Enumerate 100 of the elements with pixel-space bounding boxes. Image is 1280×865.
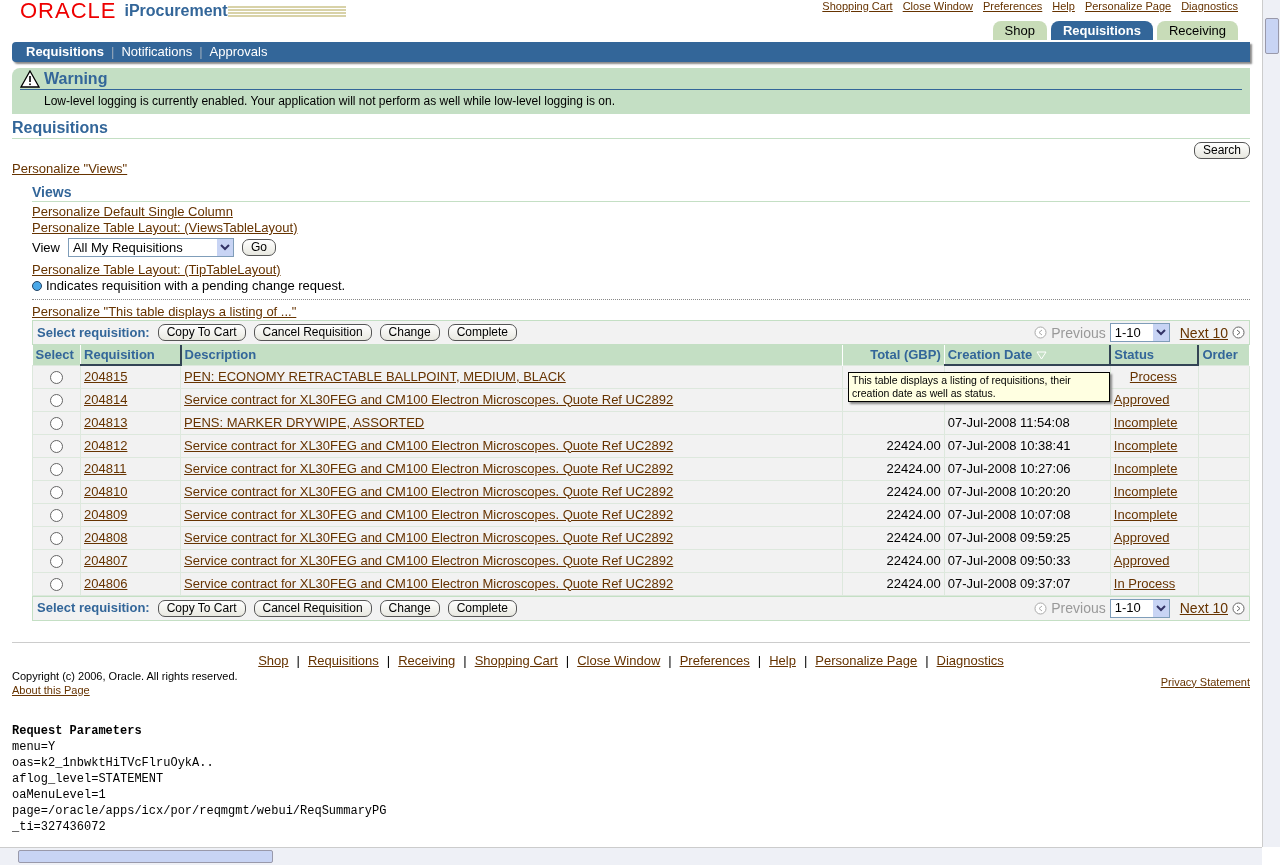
- range-dropdown[interactable]: 1-10: [1109, 323, 1170, 342]
- global-link[interactable]: Diagnostics: [1181, 0, 1238, 12]
- page-title: Requisitions: [12, 118, 1250, 139]
- separator: |: [386, 652, 391, 669]
- search-button[interactable]: Search: [1193, 142, 1250, 159]
- action-button[interactable]: Cancel Requisition: [253, 324, 372, 341]
- table-cell: 22424.00: [886, 506, 941, 522]
- table-cell: 22424.00: [886, 437, 941, 453]
- request-parameters-title: Request Parameters: [12, 722, 143, 739]
- separator: |: [803, 652, 808, 669]
- warning-title: Warning: [44, 69, 108, 89]
- column-header[interactable]: Status: [1110, 345, 1199, 365]
- separator: |: [925, 652, 929, 669]
- parameter-line: menu=Y: [12, 738, 57, 755]
- view-dropdown[interactable]: All My Requisitions: [67, 238, 234, 257]
- table-cell: 22424.00: [886, 552, 941, 568]
- sort-descending-icon: [1035, 351, 1047, 361]
- section-title: Views: [32, 183, 1250, 202]
- radio-button[interactable]: [50, 508, 63, 522]
- footer-link[interactable]: Personalize Page: [815, 652, 918, 669]
- parameter-line: oaMenuLevel=1: [12, 786, 107, 803]
- column-header[interactable]: Requisition: [80, 345, 181, 365]
- personalize-link[interactable]: Personalize "This table displays a listing of ...": [32, 304, 297, 319]
- global-link[interactable]: Help: [1052, 0, 1075, 12]
- warning-message: Low-level logging is currently enabled. Your application will not perform as well while low-level logging is on.: [43, 93, 616, 109]
- table-cell: 22424.00: [886, 575, 941, 591]
- about-link[interactable]: About this Page: [12, 683, 90, 696]
- action-button[interactable]: Copy To Cart: [157, 324, 246, 341]
- radio-button[interactable]: [50, 370, 63, 384]
- table-cell: 07-Jul-2008 10:07:08: [947, 506, 1071, 522]
- parameter-line: _ti=327436072: [12, 818, 107, 835]
- table-cell: 07-Jul-2008 10:38:41: [947, 437, 1071, 453]
- vertical-scrollbar[interactable]: [1262, 0, 1280, 847]
- radio-button[interactable]: [50, 439, 63, 453]
- column-header: Order: [1198, 345, 1250, 365]
- action-button[interactable]: Change: [379, 324, 440, 341]
- global-link[interactable]: Close Window: [902, 0, 973, 12]
- personalize-link[interactable]: Personalize Table Layout: (TipTableLayout): [32, 262, 281, 277]
- column-header[interactable]: Creation Date: [944, 345, 1111, 365]
- copyright-text: Copyright (c) 2006, Oracle. All rights reserved.: [12, 668, 238, 683]
- personalize-link[interactable]: Personalize Table Layout: (ViewsTableLayout): [32, 220, 298, 235]
- action-button[interactable]: Complete: [447, 599, 517, 617]
- subnav-link[interactable]: Notifications: [121, 44, 193, 60]
- footer-link[interactable]: Shop: [258, 652, 289, 669]
- subnav-link[interactable]: Requisitions: [26, 44, 104, 60]
- next-link[interactable]: Next 10: [1179, 324, 1228, 341]
- next-link[interactable]: Next 10: [1179, 600, 1228, 616]
- footer-link[interactable]: Close Window: [577, 652, 661, 669]
- table-cell: 07-Jul-2008 09:37:07: [947, 575, 1071, 591]
- radio-button[interactable]: [50, 393, 63, 407]
- separator: |: [296, 652, 300, 669]
- table-cell: 22424.00: [886, 529, 941, 545]
- footer-link[interactable]: Diagnostics: [936, 652, 1004, 669]
- radio-button[interactable]: [50, 416, 63, 430]
- footer-link[interactable]: Receiving: [398, 652, 456, 669]
- action-button[interactable]: Copy To Cart: [157, 599, 246, 617]
- tab[interactable]: Requisitions: [1050, 21, 1153, 40]
- next-icon: [1232, 326, 1245, 339]
- brand-logo: ORACLE: [20, 0, 117, 22]
- action-button[interactable]: Change: [379, 599, 440, 617]
- personalize-link[interactable]: Personalize "Views": [12, 161, 128, 177]
- radio-button[interactable]: [50, 554, 63, 568]
- global-link[interactable]: Preferences: [982, 0, 1043, 12]
- range-dropdown[interactable]: 1-10: [1109, 598, 1170, 618]
- view-label: View: [32, 239, 60, 256]
- radio-button[interactable]: [50, 577, 63, 591]
- table-cell: 07-Jul-2008 09:50:33: [947, 552, 1071, 568]
- column-header: Description: [180, 345, 843, 365]
- action-button[interactable]: Cancel Requisition: [253, 599, 372, 617]
- radio-button[interactable]: [50, 462, 63, 476]
- radio-button[interactable]: [50, 531, 63, 545]
- pending-change-dot: [32, 281, 42, 291]
- parameter-line: page=/oracle/apps/icx/por/reqmgmt/webui/ReqSummaryPG: [12, 802, 388, 819]
- column-header: Select: [32, 345, 81, 365]
- footer-link[interactable]: Shopping Cart: [474, 652, 558, 669]
- subnav-link[interactable]: Approvals: [209, 44, 268, 60]
- global-link[interactable]: Personalize Page: [1084, 0, 1172, 12]
- action-button[interactable]: Complete: [447, 324, 517, 341]
- table-cell: 07-Jul-2008 09:59:25: [947, 529, 1071, 545]
- separator: |: [565, 652, 570, 669]
- separator: |: [757, 652, 762, 669]
- footer-link[interactable]: Preferences: [679, 652, 750, 669]
- table-cell: 07-Jul-2008 10:27:06: [947, 460, 1071, 476]
- tab[interactable]: Shop: [992, 21, 1047, 40]
- product-name: iProcurement: [124, 3, 228, 19]
- tooltip: This table displays a listing of requisitions, their creation date as well as status.: [848, 372, 1110, 402]
- separator: |: [111, 44, 115, 60]
- horizontal-scrollbar[interactable]: [0, 847, 1262, 865]
- personalize-link[interactable]: Personalize Default Single Column: [32, 204, 233, 219]
- tab[interactable]: Receiving: [1156, 21, 1238, 40]
- parameter-line: oas=k2_1nbwktHiTVcFlruOykA..: [12, 754, 215, 771]
- privacy-link[interactable]: Privacy Statement: [1160, 675, 1250, 688]
- go-button[interactable]: Go: [241, 239, 276, 256]
- global-link[interactable]: Shopping Cart: [822, 0, 893, 12]
- radio-button[interactable]: [50, 485, 63, 499]
- footer-link[interactable]: Requisitions: [307, 652, 379, 669]
- separator: |: [199, 44, 203, 60]
- footer-link[interactable]: Help: [769, 652, 796, 669]
- action-label: Select requisition:: [37, 324, 150, 341]
- table-cell: 07-Jul-2008 11:54:08: [947, 414, 1070, 430]
